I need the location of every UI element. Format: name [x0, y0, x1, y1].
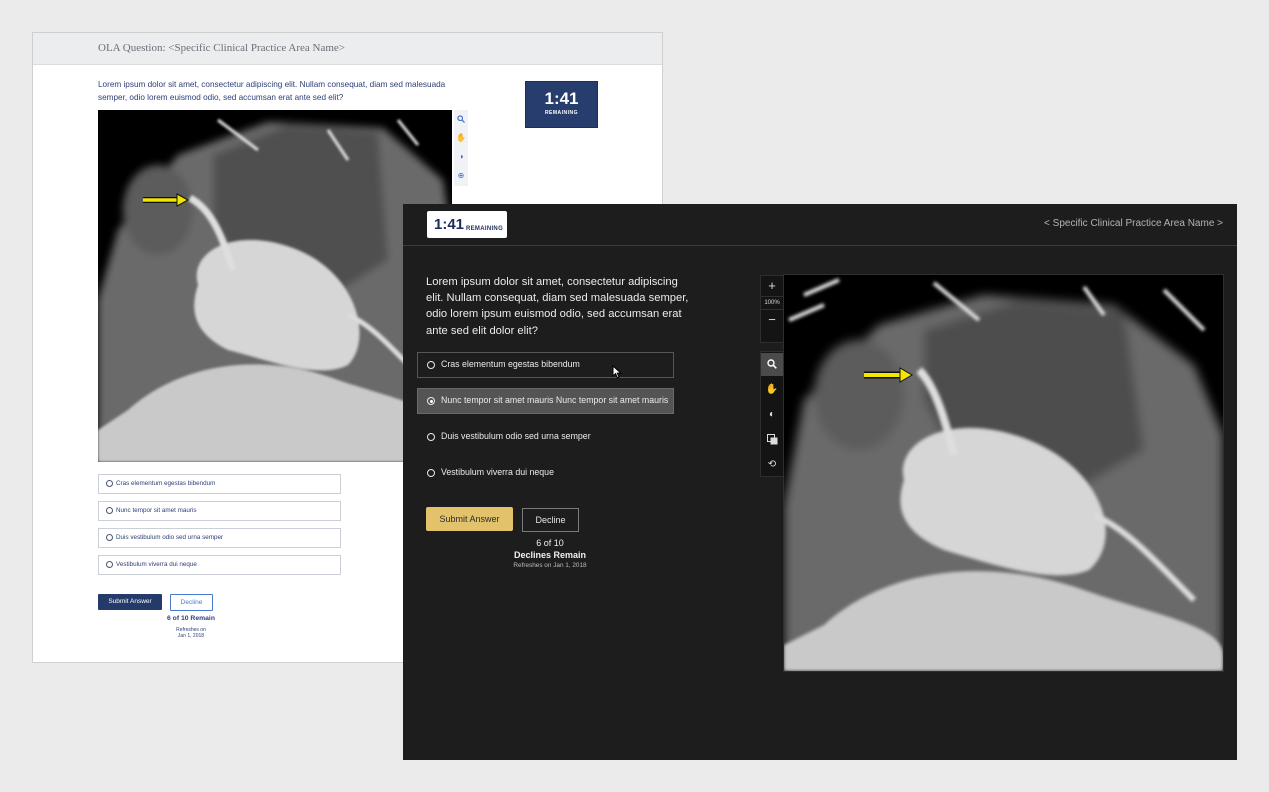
- layers-icon[interactable]: [761, 428, 783, 451]
- light-submit-button[interactable]: Submit Answer: [98, 594, 162, 610]
- contrast-icon[interactable]: ◑: [454, 150, 468, 164]
- declines-remain-label: Declines Remain: [513, 550, 587, 560]
- radio-icon: [106, 507, 113, 514]
- dark-option-3[interactable]: Duis vestibulum odio sed urna semper: [417, 424, 674, 450]
- declines-count: 6 of 10: [536, 538, 564, 548]
- radio-icon: [106, 561, 113, 568]
- dark-submit-button[interactable]: Submit Answer: [426, 507, 513, 531]
- header-divider: [403, 245, 1237, 246]
- radio-icon: [106, 534, 113, 541]
- light-timer-time: 1:41: [544, 89, 579, 108]
- search-icon[interactable]: [454, 112, 468, 126]
- dark-option-label: Duis vestibulum odio sed urna semper: [441, 431, 591, 441]
- practice-area-name: < Specific Clinical Practice Area Name >: [1044, 218, 1223, 229]
- light-remaining-count: 6 of 10 Remain: [167, 615, 215, 622]
- dark-question-panel: 1:41 REMAINING < Specific Clinical Pract…: [403, 204, 1237, 760]
- brightness-icon[interactable]: ◐: [761, 403, 783, 426]
- zoom-level: 100%: [761, 296, 783, 310]
- dark-ct-image[interactable]: [783, 274, 1224, 672]
- dark-question-text: Lorem ipsum dolor sit amet, consectetur …: [426, 276, 689, 337]
- radio-icon: [427, 433, 435, 441]
- light-option-2[interactable]: Nunc tempor sit amet mauris: [98, 501, 341, 521]
- dark-option-1[interactable]: Cras elementum egestas bibendum: [417, 352, 674, 379]
- zoom-in-button[interactable]: +: [761, 276, 783, 296]
- light-ct-image[interactable]: [98, 110, 452, 462]
- light-option-1[interactable]: Cras elementum egestas bibendum: [98, 474, 341, 494]
- light-image-toolbar: ✋ ◑ ⊕: [454, 110, 468, 186]
- light-header: OLA Question: <Specific Clinical Practic…: [33, 33, 662, 65]
- zoom-out-button[interactable]: −: [761, 310, 783, 330]
- radio-icon: [427, 469, 435, 477]
- dark-option-4[interactable]: Vestibulum viverra dui neque: [417, 460, 674, 486]
- dark-image-toolbar: ✋ ◐ ⟲: [760, 351, 784, 477]
- light-option-4[interactable]: Vestibulum viverra dui neque: [98, 555, 341, 575]
- hand-icon[interactable]: ✋: [454, 131, 468, 145]
- light-header-title: OLA Question: <Specific Clinical Practic…: [98, 42, 346, 54]
- dark-timer-label: REMAINING: [466, 226, 504, 232]
- dark-timer: 1:41 REMAINING: [427, 211, 507, 238]
- light-refresh-line2: Jan 1, 2018: [177, 633, 205, 639]
- light-option-label: Cras elementum egestas bibendum: [116, 480, 216, 487]
- dark-option-label: Vestibulum viverra dui neque: [441, 467, 554, 477]
- light-timer: 1:41 REMAINING: [525, 81, 598, 128]
- light-option-label: Vestibulum viverra dui neque: [116, 561, 197, 568]
- radio-icon: [106, 480, 113, 487]
- zoom-control: + 100% −: [760, 275, 784, 343]
- light-timer-label: REMAINING: [544, 110, 579, 116]
- light-refresh-note: Refreshes on Jan 1, 2018: [151, 627, 231, 639]
- refresh-note: Refreshes on Jan 1, 2018: [513, 562, 587, 569]
- light-option-label: Duis vestibulum odio sed urna semper: [116, 534, 224, 541]
- radio-icon: [427, 361, 435, 369]
- reset-icon[interactable]: ⟲: [761, 453, 783, 476]
- light-decline-button[interactable]: Decline: [170, 594, 213, 611]
- dark-option-label: Nunc tempor sit amet mauris Nunc tempor …: [441, 395, 669, 405]
- hand-icon[interactable]: ✋: [761, 378, 783, 401]
- dark-option-label: Cras elementum egestas bibendum: [441, 359, 580, 369]
- target-icon[interactable]: ⊕: [454, 169, 468, 183]
- light-question-text: Lorem ipsum dolor sit amet, consectetur …: [98, 80, 446, 102]
- radio-selected-icon: [427, 397, 435, 405]
- light-option-3[interactable]: Duis vestibulum odio sed urna semper: [98, 528, 341, 548]
- light-option-label: Nunc tempor sit amet mauris: [116, 507, 197, 514]
- search-icon[interactable]: [761, 353, 783, 376]
- dark-timer-time: 1:41: [434, 216, 465, 233]
- mouse-cursor-icon: [612, 365, 623, 379]
- dark-decline-button[interactable]: Decline: [522, 508, 579, 532]
- dark-option-2[interactable]: Nunc tempor sit amet mauris Nunc tempor …: [417, 388, 674, 414]
